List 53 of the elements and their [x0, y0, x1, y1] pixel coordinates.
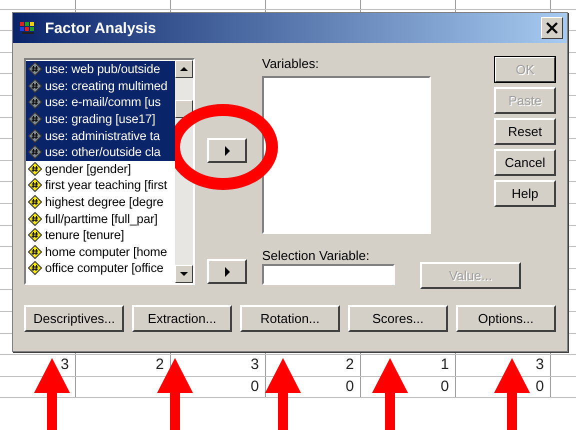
scale-variable-icon: [28, 112, 42, 126]
variable-item[interactable]: use: other/outside cla: [26, 144, 175, 161]
pointer-arrow: [372, 358, 408, 430]
variable-item[interactable]: first year teaching [first: [26, 177, 175, 194]
app-icon: [19, 21, 37, 35]
dialog-button[interactable]: Descriptives...: [24, 305, 124, 332]
variable-item[interactable]: gender [gender]: [26, 160, 175, 178]
scale-variable-icon: [28, 145, 42, 160]
dialog-button[interactable]: Scores...: [348, 305, 448, 332]
down-arrow-icon: [179, 270, 189, 278]
dialog-button[interactable]: Reset: [494, 118, 556, 145]
ordinal-variable-icon: [28, 178, 42, 192]
dialog-button[interactable]: Help: [494, 180, 556, 207]
up-arrow-icon: [179, 65, 189, 73]
pointer-arrow: [265, 358, 301, 430]
variable-item[interactable]: home computer [home: [26, 244, 175, 260]
selection-label: Selection Variable:: [262, 248, 370, 264]
variables-list[interactable]: [262, 76, 431, 234]
pointer-arrow: [34, 358, 70, 430]
variable-item[interactable]: use: creating multimed: [26, 78, 175, 94]
scale-variable-icon: [28, 78, 42, 93]
dialog-button[interactable]: Extraction...: [132, 305, 232, 332]
ordinal-variable-icon: [28, 261, 42, 276]
pointer-arrow: [494, 358, 530, 430]
ordinal-variable-icon: [28, 244, 42, 259]
variables-label: Variables:: [262, 56, 320, 72]
ordinal-variable-icon: [28, 162, 42, 176]
variable-item[interactable]: tenure [tenure]: [26, 226, 175, 244]
variable-item[interactable]: use: e-mail/comm [us: [26, 94, 175, 111]
variable-item[interactable]: office computer [office: [26, 260, 175, 277]
move-button[interactable]: [207, 138, 247, 163]
variable-item[interactable]: use: administrative ta: [26, 127, 175, 144]
dialog-button[interactable]: Cancel: [494, 149, 556, 176]
ordinal-variable-icon: [28, 228, 42, 242]
window-title: Factor Analysis: [45, 20, 158, 36]
variable-item[interactable]: full/parttime [full_par]: [26, 210, 175, 227]
right-arrow-icon: [222, 144, 232, 156]
pointer-arrow: [157, 358, 193, 430]
scale-variable-icon: [28, 62, 42, 76]
ordinal-variable-icon: [28, 195, 42, 210]
close-button[interactable]: [541, 17, 563, 39]
close-icon: [546, 22, 558, 34]
variable-item[interactable]: use: grading [use17]: [26, 110, 175, 128]
variable-item[interactable]: use: web pub/outside: [26, 61, 175, 78]
ordinal-variable-icon: [28, 212, 42, 226]
scale-variable-icon: [28, 128, 42, 143]
variable-item[interactable]: highest degree [degre: [26, 194, 175, 210]
selection-field[interactable]: [262, 264, 395, 285]
dialog-button[interactable]: Options...: [456, 305, 556, 332]
dialog-button[interactable]: Rotation...: [240, 305, 340, 332]
right-arrow-icon: [222, 266, 232, 278]
move-button[interactable]: [207, 259, 247, 284]
scale-variable-icon: [28, 95, 42, 110]
